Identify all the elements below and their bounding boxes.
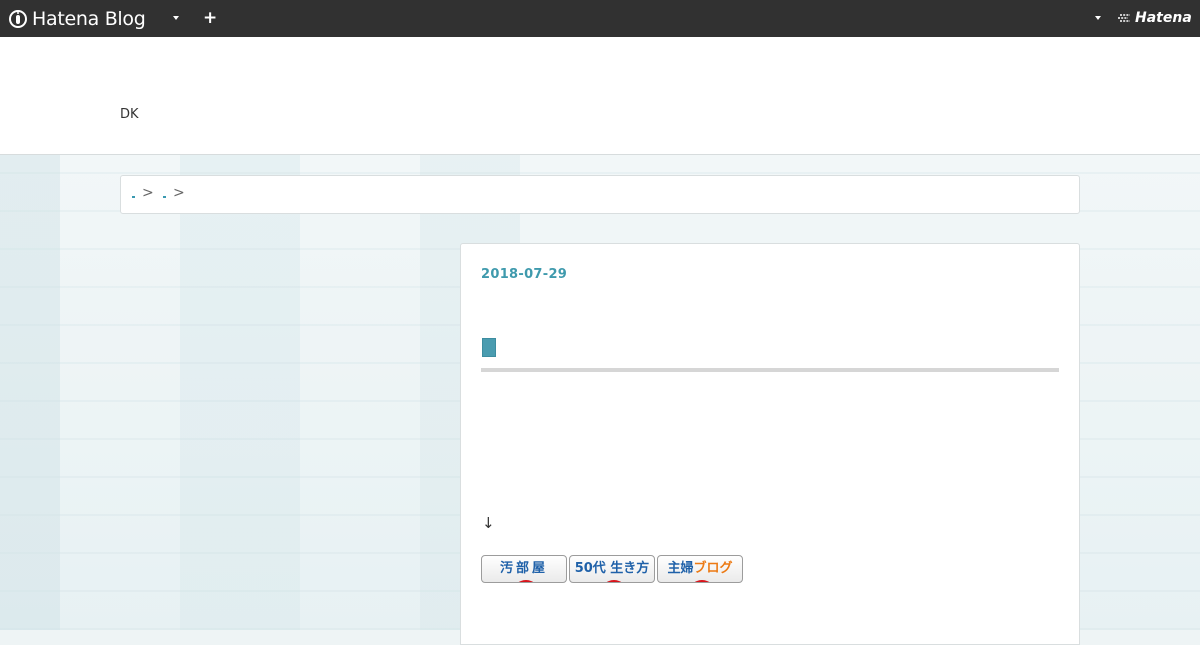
banner-red-circle [688,580,716,582]
down-arrow-text: ↓ [482,514,495,532]
ranking-banner-dirty-room[interactable]: 汚部屋 [481,555,567,583]
banner-label-accent: ブログ [693,561,733,576]
hatena-blog-logo-icon [9,9,27,28]
banner-label: 汚部屋 [499,561,548,576]
banner-label-main: 主婦 [667,561,694,576]
banner-red-circle [600,580,628,582]
hatena-label: Hatena [1135,10,1192,26]
blog-ranking-banners: 汚部屋 50代 生き方 主婦ブログ [481,555,751,585]
banner-label: 50代 生き方 [574,561,650,576]
blog-header: DK [0,37,1200,155]
breadcrumb-separator: > [173,185,185,201]
hatena-link[interactable]: Hatena [1118,10,1192,26]
hatena-blog-logo[interactable]: Hatena Blog [9,7,146,30]
chevron-down-icon[interactable] [173,16,179,20]
ranking-banner-housewife-blog[interactable]: 主婦ブログ [657,555,743,583]
breadcrumb-separator: > [142,185,154,201]
entry-title-marker[interactable] [482,338,496,357]
article-entry: 2018-07-29 ↓ 汚部屋 50代 生き方 主婦ブログ [460,243,1080,645]
chevron-down-icon[interactable] [1095,16,1101,20]
blog-title[interactable]: DK [120,107,139,122]
ranking-banner-50s-lifestyle[interactable]: 50代 生き方 [569,555,655,583]
logo-text: Hatena Blog [32,7,146,30]
entry-title-underline [481,368,1059,372]
entry-date[interactable]: 2018-07-29 [481,267,567,282]
breadcrumb-link-category[interactable] [163,196,166,198]
global-header: Hatena Blog + Hatena [0,0,1200,37]
breadcrumb-link-top[interactable] [132,196,135,198]
plus-icon[interactable]: + [203,9,217,27]
breadcrumb: > > [120,175,1080,214]
banner-red-circle [512,580,540,582]
hatena-logo-icon [1118,14,1130,22]
